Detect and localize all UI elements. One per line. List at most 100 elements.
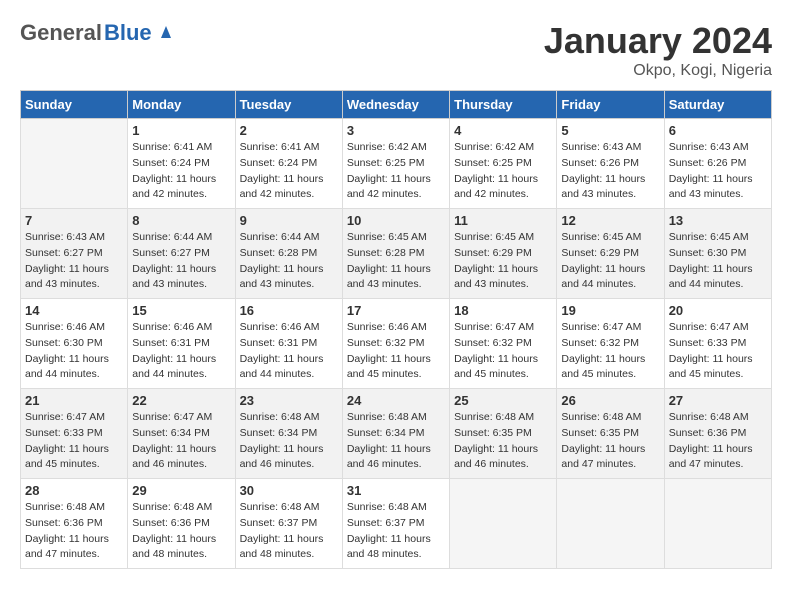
- calendar-cell: 1 Sunrise: 6:41 AMSunset: 6:24 PMDaylight…: [128, 119, 235, 209]
- logo-general: General: [20, 20, 102, 46]
- calendar-cell: [557, 479, 664, 569]
- day-info: Sunrise: 6:46 AMSunset: 6:32 PMDaylight:…: [347, 320, 445, 383]
- day-number: 14: [25, 303, 123, 318]
- calendar-cell: 5 Sunrise: 6:43 AMSunset: 6:26 PMDaylight…: [557, 119, 664, 209]
- calendar-cell: 30 Sunrise: 6:48 AMSunset: 6:37 PMDayligh…: [235, 479, 342, 569]
- calendar-cell: 31 Sunrise: 6:48 AMSunset: 6:37 PMDayligh…: [342, 479, 449, 569]
- logo: GeneralBlue: [20, 20, 175, 46]
- day-number: 23: [240, 393, 338, 408]
- day-number: 18: [454, 303, 552, 318]
- day-info: Sunrise: 6:44 AMSunset: 6:28 PMDaylight:…: [240, 230, 338, 293]
- weekday-header-saturday: Saturday: [664, 91, 771, 119]
- day-info: Sunrise: 6:48 AMSunset: 6:36 PMDaylight:…: [669, 410, 767, 473]
- day-info: Sunrise: 6:45 AMSunset: 6:29 PMDaylight:…: [561, 230, 659, 293]
- day-info: Sunrise: 6:48 AMSunset: 6:37 PMDaylight:…: [240, 500, 338, 563]
- day-info: Sunrise: 6:42 AMSunset: 6:25 PMDaylight:…: [347, 140, 445, 203]
- day-number: 6: [669, 123, 767, 138]
- week-row-2: 7Sunrise: 6:43 AMSunset: 6:27 PMDaylight…: [21, 209, 772, 299]
- day-number: 2: [240, 123, 338, 138]
- day-info: Sunrise: 6:47 AMSunset: 6:33 PMDaylight:…: [669, 320, 767, 383]
- weekday-header-friday: Friday: [557, 91, 664, 119]
- calendar-cell: 20Sunrise: 6:47 AMSunset: 6:33 PMDayligh…: [664, 299, 771, 389]
- calendar-cell: 23 Sunrise: 6:48 AMSunset: 6:34 PMDayligh…: [235, 389, 342, 479]
- day-info: Sunrise: 6:43 AMSunset: 6:26 PMDaylight:…: [561, 140, 659, 203]
- calendar-cell: 25 Sunrise: 6:48 AMSunset: 6:35 PMDayligh…: [450, 389, 557, 479]
- location: Okpo, Kogi, Nigeria: [544, 62, 772, 80]
- day-number: 16: [240, 303, 338, 318]
- page-header: GeneralBlue January 2024 Okpo, Kogi, Nig…: [20, 20, 772, 80]
- day-number: 4: [454, 123, 552, 138]
- day-number: 30: [240, 483, 338, 498]
- week-row-4: 21 Sunrise: 6:47 AMSunset: 6:33 PMDayligh…: [21, 389, 772, 479]
- calendar-cell: 12 Sunrise: 6:45 AMSunset: 6:29 PMDayligh…: [557, 209, 664, 299]
- day-number: 24: [347, 393, 445, 408]
- day-info: Sunrise: 6:46 AMSunset: 6:31 PMDaylight:…: [132, 320, 230, 383]
- day-number: 1: [132, 123, 230, 138]
- day-info: Sunrise: 6:45 AMSunset: 6:30 PMDaylight:…: [669, 230, 767, 293]
- day-info: Sunrise: 6:42 AMSunset: 6:25 PMDaylight:…: [454, 140, 552, 203]
- day-info: Sunrise: 6:46 AMSunset: 6:30 PMDaylight:…: [25, 320, 123, 383]
- day-info: Sunrise: 6:48 AMSunset: 6:35 PMDaylight:…: [561, 410, 659, 473]
- day-info: Sunrise: 6:45 AMSunset: 6:29 PMDaylight:…: [454, 230, 552, 293]
- day-number: 5: [561, 123, 659, 138]
- calendar-cell: 11 Sunrise: 6:45 AMSunset: 6:29 PMDayligh…: [450, 209, 557, 299]
- calendar-cell: 22 Sunrise: 6:47 AMSunset: 6:34 PMDayligh…: [128, 389, 235, 479]
- day-info: Sunrise: 6:47 AMSunset: 6:32 PMDaylight:…: [454, 320, 552, 383]
- day-info: Sunrise: 6:48 AMSunset: 6:36 PMDaylight:…: [25, 500, 123, 563]
- calendar-cell: [21, 119, 128, 209]
- day-info: Sunrise: 6:41 AMSunset: 6:24 PMDaylight:…: [132, 140, 230, 203]
- day-info: Sunrise: 6:47 AMSunset: 6:33 PMDaylight:…: [25, 410, 123, 473]
- logo-text: GeneralBlue: [20, 20, 175, 46]
- day-info: Sunrise: 6:48 AMSunset: 6:34 PMDaylight:…: [240, 410, 338, 473]
- day-info: Sunrise: 6:44 AMSunset: 6:27 PMDaylight:…: [132, 230, 230, 293]
- day-number: 8: [132, 213, 230, 228]
- day-number: 25: [454, 393, 552, 408]
- day-number: 3: [347, 123, 445, 138]
- calendar-cell: 13Sunrise: 6:45 AMSunset: 6:30 PMDayligh…: [664, 209, 771, 299]
- day-number: 31: [347, 483, 445, 498]
- calendar-cell: [664, 479, 771, 569]
- day-number: 15: [132, 303, 230, 318]
- calendar-cell: 15 Sunrise: 6:46 AMSunset: 6:31 PMDayligh…: [128, 299, 235, 389]
- day-info: Sunrise: 6:48 AMSunset: 6:37 PMDaylight:…: [347, 500, 445, 563]
- calendar-cell: 14 Sunrise: 6:46 AMSunset: 6:30 PMDayligh…: [21, 299, 128, 389]
- day-number: 10: [347, 213, 445, 228]
- day-number: 12: [561, 213, 659, 228]
- day-number: 17: [347, 303, 445, 318]
- calendar-table: SundayMondayTuesdayWednesdayThursdayFrid…: [20, 90, 772, 569]
- calendar-cell: 28Sunrise: 6:48 AMSunset: 6:36 PMDayligh…: [21, 479, 128, 569]
- calendar-cell: 4 Sunrise: 6:42 AMSunset: 6:25 PMDaylight…: [450, 119, 557, 209]
- day-info: Sunrise: 6:47 AMSunset: 6:34 PMDaylight:…: [132, 410, 230, 473]
- calendar-cell: 10Sunrise: 6:45 AMSunset: 6:28 PMDayligh…: [342, 209, 449, 299]
- calendar-cell: 27Sunrise: 6:48 AMSunset: 6:36 PMDayligh…: [664, 389, 771, 479]
- calendar-cell: [450, 479, 557, 569]
- day-number: 22: [132, 393, 230, 408]
- calendar-cell: 26 Sunrise: 6:48 AMSunset: 6:35 PMDayligh…: [557, 389, 664, 479]
- day-number: 9: [240, 213, 338, 228]
- week-row-1: 1 Sunrise: 6:41 AMSunset: 6:24 PMDaylight…: [21, 119, 772, 209]
- logo-icon: [157, 22, 175, 40]
- calendar-cell: 3 Sunrise: 6:42 AMSunset: 6:25 PMDaylight…: [342, 119, 449, 209]
- week-row-5: 28Sunrise: 6:48 AMSunset: 6:36 PMDayligh…: [21, 479, 772, 569]
- calendar-cell: 21 Sunrise: 6:47 AMSunset: 6:33 PMDayligh…: [21, 389, 128, 479]
- logo-blue: Blue: [104, 20, 152, 46]
- weekday-header-tuesday: Tuesday: [235, 91, 342, 119]
- calendar-cell: 6Sunrise: 6:43 AMSunset: 6:26 PMDaylight…: [664, 119, 771, 209]
- day-info: Sunrise: 6:48 AMSunset: 6:35 PMDaylight:…: [454, 410, 552, 473]
- day-info: Sunrise: 6:48 AMSunset: 6:34 PMDaylight:…: [347, 410, 445, 473]
- day-number: 11: [454, 213, 552, 228]
- day-info: Sunrise: 6:41 AMSunset: 6:24 PMDaylight:…: [240, 140, 338, 203]
- weekday-header-sunday: Sunday: [21, 91, 128, 119]
- day-number: 26: [561, 393, 659, 408]
- calendar-cell: 18 Sunrise: 6:47 AMSunset: 6:32 PMDayligh…: [450, 299, 557, 389]
- week-row-3: 14 Sunrise: 6:46 AMSunset: 6:30 PMDayligh…: [21, 299, 772, 389]
- calendar-cell: 2 Sunrise: 6:41 AMSunset: 6:24 PMDaylight…: [235, 119, 342, 209]
- day-number: 29: [132, 483, 230, 498]
- calendar-cell: 29Sunrise: 6:48 AMSunset: 6:36 PMDayligh…: [128, 479, 235, 569]
- calendar-cell: 7Sunrise: 6:43 AMSunset: 6:27 PMDaylight…: [21, 209, 128, 299]
- day-number: 21: [25, 393, 123, 408]
- day-info: Sunrise: 6:43 AMSunset: 6:27 PMDaylight:…: [25, 230, 123, 293]
- calendar-cell: 19Sunrise: 6:47 AMSunset: 6:32 PMDayligh…: [557, 299, 664, 389]
- calendar-cell: 16Sunrise: 6:46 AMSunset: 6:31 PMDayligh…: [235, 299, 342, 389]
- calendar-cell: 17 Sunrise: 6:46 AMSunset: 6:32 PMDayligh…: [342, 299, 449, 389]
